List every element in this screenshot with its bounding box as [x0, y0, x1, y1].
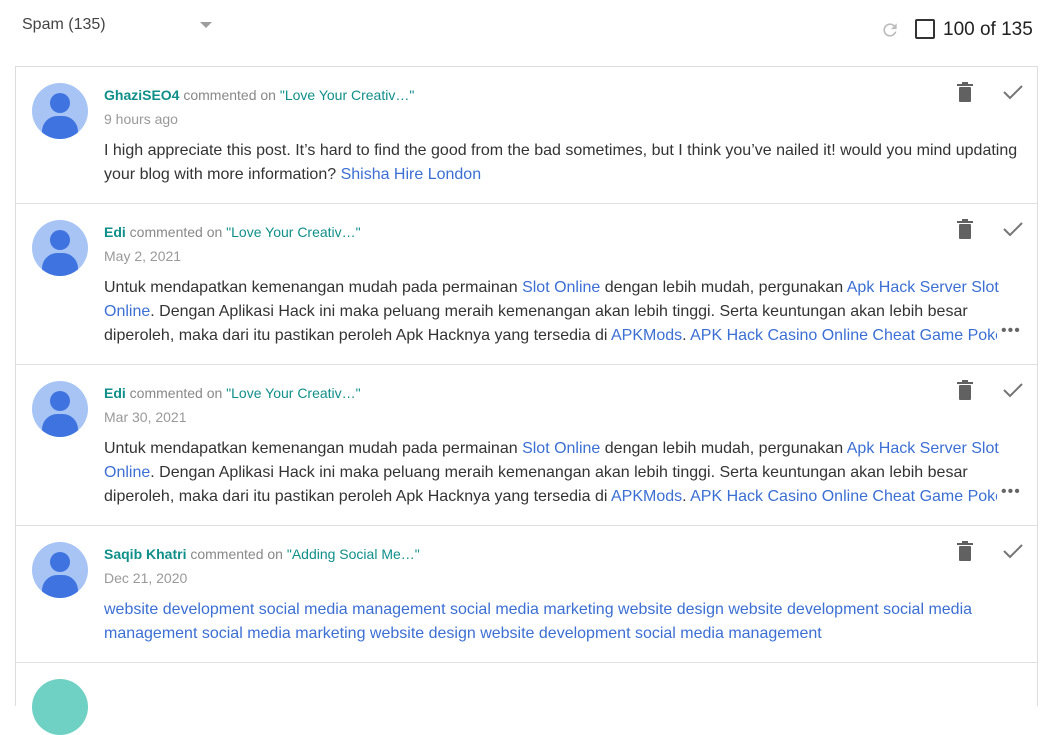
- comment-list: GhaziSEO4 commented on "Love Your Creati…: [15, 66, 1038, 735]
- commented-on-text: commented on: [125, 385, 227, 401]
- comment-link[interactable]: Slot Online: [522, 279, 600, 296]
- refresh-icon[interactable]: [880, 20, 900, 40]
- more-icon[interactable]: •••: [1001, 483, 1021, 501]
- comment-text: your blog with more information?: [104, 166, 341, 183]
- comment-link[interactable]: APK Hack Casino Online Cheat Game Poker: [690, 488, 997, 505]
- comment-link[interactable]: Apk Hack Server Slot: [847, 279, 999, 296]
- comment-line: diperoleh, maka dari itu pastikan perole…: [104, 485, 997, 509]
- comment-author[interactable]: Edi: [104, 385, 126, 401]
- comment-line: Untuk mendapatkan kemenangan mudah pada …: [104, 437, 1024, 461]
- comment-row: Edi commented on "Love Your Creativ…" Ma…: [16, 204, 1037, 365]
- comment-content: I high appreciate this post. It’s hard t…: [104, 139, 1024, 187]
- comment-row: Saqib Khatri commented on "Adding Social…: [16, 526, 1037, 663]
- trash-icon[interactable]: [957, 219, 973, 239]
- comment-link[interactable]: Online: [104, 464, 150, 481]
- comment-text: . Dengan Aplikasi Hack ini maka peluang …: [150, 303, 968, 320]
- comment-link[interactable]: APKMods: [611, 327, 682, 344]
- comment-text: . Dengan Aplikasi Hack ini maka peluang …: [150, 464, 968, 481]
- comment-link[interactable]: APKMods: [611, 488, 682, 505]
- comment-text: diperoleh, maka dari itu pastikan perole…: [104, 327, 611, 344]
- comment-meta: Edi commented on "Love Your Creativ…": [104, 385, 361, 401]
- trash-icon[interactable]: [957, 380, 973, 400]
- comment-author[interactable]: GhaziSEO4: [104, 87, 179, 103]
- avatar-icon: [32, 220, 88, 276]
- comment-line: website development social media managem…: [104, 598, 1024, 622]
- caret-down-icon[interactable]: [200, 22, 212, 28]
- comment-meta: Saqib Khatri commented on "Adding Social…: [104, 546, 420, 562]
- commented-on-text: commented on: [179, 87, 280, 103]
- comment-link[interactable]: Online: [104, 303, 150, 320]
- comment-author[interactable]: Edi: [104, 224, 126, 240]
- comment-author[interactable]: Saqib Khatri: [104, 546, 186, 562]
- filter-dropdown[interactable]: Spam (135): [22, 16, 106, 34]
- comment-date: 9 hours ago: [104, 111, 178, 127]
- check-icon[interactable]: [1003, 84, 1023, 100]
- select-all-checkbox[interactable]: [915, 19, 935, 39]
- trash-icon[interactable]: [957, 541, 973, 561]
- comment-text: dengan lebih mudah, pergunakan: [600, 440, 847, 457]
- comment-content: website development social media managem…: [104, 598, 1024, 646]
- comment-link[interactable]: Shisha Hire London: [341, 166, 482, 183]
- comment-link[interactable]: Slot Online: [522, 440, 600, 457]
- post-link[interactable]: "Adding Social Me…": [287, 546, 420, 562]
- comment-text: Untuk mendapatkan kemenangan mudah pada …: [104, 440, 523, 457]
- comment-link[interactable]: website development social media managem…: [104, 601, 972, 618]
- comment-date: May 2, 2021: [104, 248, 182, 264]
- comment-text: diperoleh, maka dari itu pastikan perole…: [104, 488, 611, 505]
- post-link[interactable]: "Love Your Creativ…": [226, 224, 360, 240]
- comment-line: Online. Dengan Aplikasi Hack ini maka pe…: [104, 300, 1024, 324]
- avatar-icon: [32, 381, 88, 437]
- commented-on-text: commented on: [125, 224, 227, 240]
- avatar-icon: [32, 542, 88, 598]
- comment-line: Online. Dengan Aplikasi Hack ini maka pe…: [104, 461, 1024, 485]
- check-icon[interactable]: [1003, 382, 1023, 398]
- check-icon[interactable]: [1003, 221, 1023, 237]
- comment-line: diperoleh, maka dari itu pastikan perole…: [104, 324, 997, 348]
- comment-text: .: [682, 488, 691, 505]
- comment-meta: Edi commented on "Love Your Creativ…": [104, 224, 361, 240]
- comment-meta: GhaziSEO4 commented on "Love Your Creati…: [104, 87, 414, 103]
- avatar-icon: [32, 679, 88, 735]
- comment-link[interactable]: APK Hack Casino Online Cheat Game Poker: [690, 327, 997, 344]
- trash-icon[interactable]: [957, 82, 973, 102]
- comment-date: Dec 21, 2020: [104, 570, 188, 586]
- comment-line: management social media marketing websit…: [104, 622, 1024, 646]
- avatar-icon: [32, 83, 88, 139]
- more-icon[interactable]: •••: [1001, 322, 1021, 340]
- comment-content: Untuk mendapatkan kemenangan mudah pada …: [104, 437, 1024, 509]
- comment-text: Untuk mendapatkan kemenangan mudah pada …: [104, 279, 523, 296]
- post-link[interactable]: "Love Your Creativ…": [280, 87, 414, 103]
- comment-date: Mar 30, 2021: [104, 409, 187, 425]
- comment-line: your blog with more information? Shisha …: [104, 163, 1024, 187]
- comment-link[interactable]: Apk Hack Server Slot: [847, 440, 999, 457]
- comment-row: GhaziSEO4 commented on "Love Your Creati…: [16, 67, 1037, 204]
- comment-link[interactable]: management social media marketing websit…: [104, 625, 822, 642]
- check-icon[interactable]: [1003, 543, 1023, 559]
- comment-row: Edi commented on "Love Your Creativ…" Ma…: [16, 365, 1037, 526]
- comment-line: Untuk mendapatkan kemenangan mudah pada …: [104, 276, 1024, 300]
- post-link[interactable]: "Love Your Creativ…": [226, 385, 360, 401]
- comment-line: I high appreciate this post. It’s hard t…: [104, 142, 1018, 159]
- comment-text: .: [682, 327, 691, 344]
- comment-row: [16, 663, 1037, 735]
- page-count: 100 of 135: [943, 19, 1033, 40]
- comment-text: dengan lebih mudah, pergunakan: [600, 279, 847, 296]
- toolbar: Spam (135) 100 of 135: [0, 0, 1052, 60]
- comment-content: Untuk mendapatkan kemenangan mudah pada …: [104, 276, 1024, 348]
- commented-on-text: commented on: [186, 546, 287, 562]
